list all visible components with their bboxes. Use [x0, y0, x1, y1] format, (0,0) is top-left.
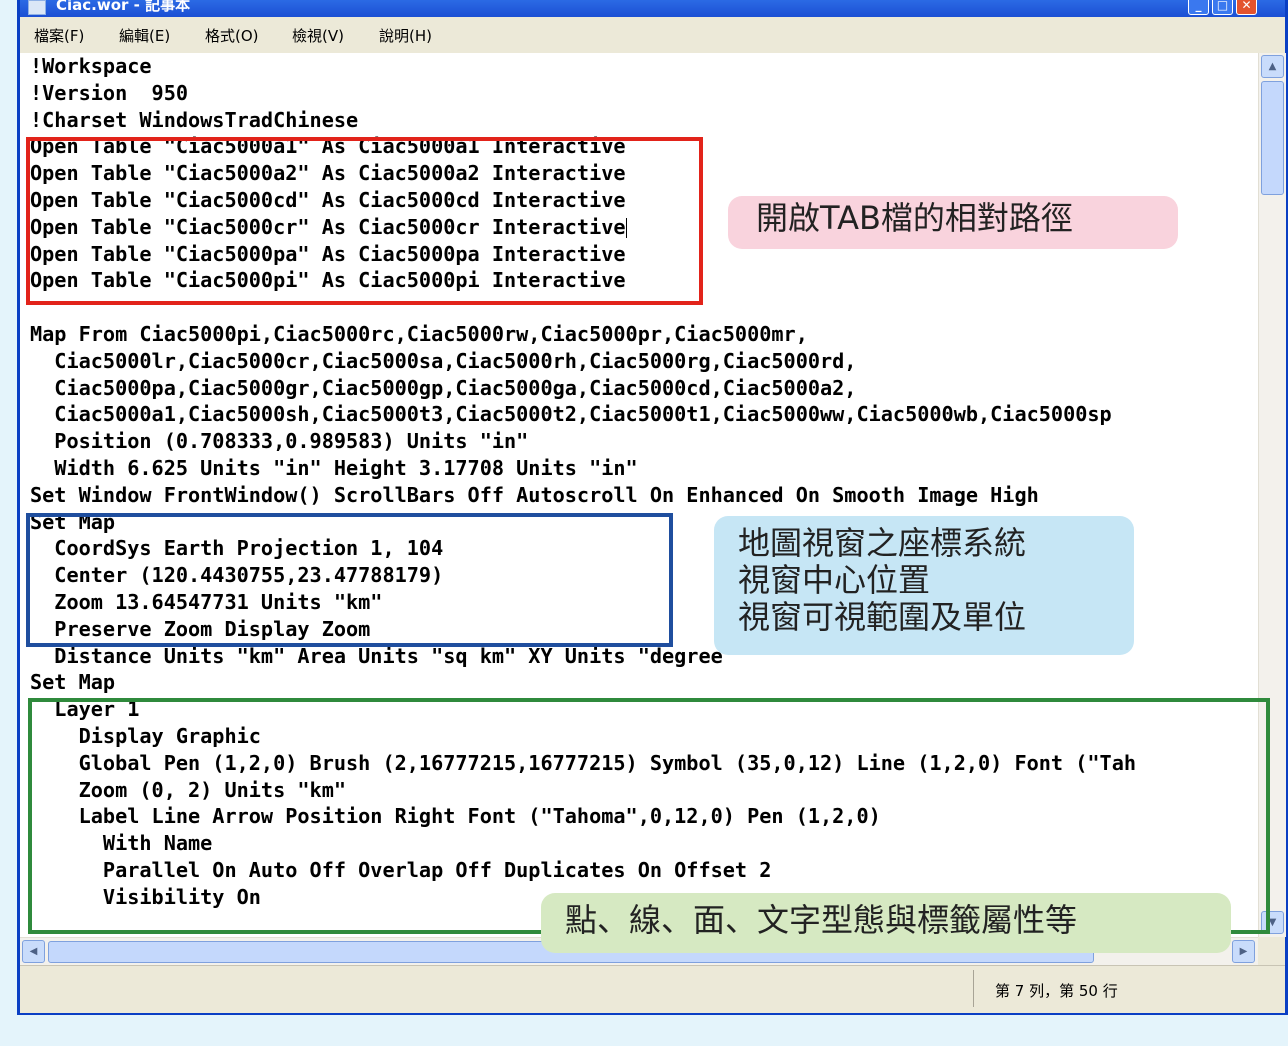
status-divider: [973, 970, 974, 1007]
code-line[interactable]: Ciac5000a1,Ciac5000sh,Ciac5000t3,Ciac500…: [30, 402, 1111, 426]
layer-style-callout: 點、線、面、文字型態與標籤屬性等: [541, 893, 1231, 953]
tab-path-callout: 開啟TAB檔的相對路徑: [728, 196, 1178, 249]
scroll-left-icon[interactable]: ◀: [22, 940, 45, 963]
open-table-highlight-box: [26, 137, 703, 305]
notepad-icon: [28, 0, 46, 15]
close-button[interactable]: ✕: [1236, 0, 1257, 15]
scrollbar-corner: [1258, 937, 1285, 965]
code-line[interactable]: !Version 950: [30, 81, 188, 105]
menu-edit[interactable]: 編輯(E): [119, 25, 170, 46]
code-line[interactable]: Ciac5000pa,Ciac5000gr,Ciac5000gp,Ciac500…: [30, 376, 856, 400]
code-line[interactable]: Width 6.625 Units "in" Height 3.17708 Un…: [30, 456, 637, 480]
menu-file[interactable]: 檔案(F): [34, 25, 84, 46]
code-line[interactable]: Map From Ciac5000pi,Ciac5000rc,Ciac5000r…: [30, 322, 808, 346]
code-line[interactable]: Ciac5000lr,Ciac5000cr,Ciac5000sa,Ciac500…: [30, 349, 856, 373]
window-title: Ciac.wor - 記事本: [56, 0, 191, 14]
code-line[interactable]: Set Map: [30, 670, 115, 694]
set-map-highlight-box: [26, 513, 673, 647]
menu-help[interactable]: 說明(H): [379, 25, 432, 46]
code-line[interactable]: !Workspace: [30, 54, 152, 78]
maximize-button[interactable]: □: [1212, 0, 1233, 15]
menu-view[interactable]: 檢視(V): [292, 25, 344, 46]
code-line[interactable]: Distance Units "km" Area Units "sq km" X…: [30, 644, 735, 668]
code-line[interactable]: !Charset WindowsTradChinese: [30, 108, 358, 132]
minimize-button[interactable]: _: [1188, 0, 1209, 15]
map-window-callout: 地圖視窗之座標系統 視窗中心位置 視窗可視範圍及單位: [714, 516, 1134, 655]
menu-bar: 檔案(F) 編輯(E) 格式(O) 檢視(V) 說明(H): [20, 17, 1285, 54]
scroll-right-icon[interactable]: ▶: [1232, 940, 1255, 963]
code-line[interactable]: Set Window FrontWindow() ScrollBars Off …: [30, 483, 1039, 507]
title-bar[interactable]: Ciac.wor - 記事本 _ □ ✕: [20, 0, 1285, 17]
cursor-position: 第 7 列，第 50 行: [995, 982, 1118, 1000]
code-line[interactable]: Position (0.708333,0.989583) Units "in": [30, 429, 528, 453]
vertical-scroll-thumb[interactable]: [1261, 81, 1284, 195]
menu-format[interactable]: 格式(O): [205, 25, 259, 46]
status-bar: 第 7 列，第 50 行: [20, 965, 1285, 1013]
scroll-up-icon[interactable]: ▲: [1261, 55, 1284, 78]
